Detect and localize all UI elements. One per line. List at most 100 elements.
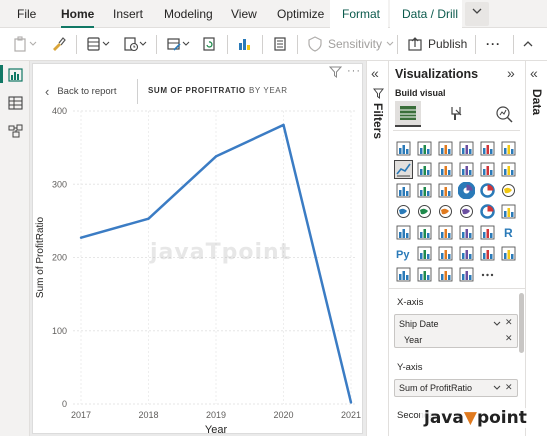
view-switcher-rail (0, 61, 30, 436)
close-icon[interactable]: ✕ (505, 333, 513, 344)
funnel-chart-icon[interactable] (416, 182, 433, 199)
clock-document-icon (124, 37, 139, 52)
new-visual-button[interactable] (236, 34, 252, 54)
chevron-down-icon[interactable] (493, 320, 501, 328)
table-view-icon[interactable] (8, 96, 23, 110)
back-to-report-button[interactable]: ‹ Back to report (45, 84, 116, 99)
ribbon-chart-icon[interactable] (500, 161, 517, 178)
chevron-down-icon (29, 41, 37, 46)
y-axis-well[interactable]: Sum of ProfitRatio ✕ (394, 379, 518, 397)
report-view-icon[interactable] (8, 68, 23, 82)
chevron-down-icon (386, 41, 394, 46)
watermark-logo: java▼point (420, 408, 531, 428)
tab-format[interactable]: Format (342, 7, 380, 21)
more-options-button[interactable]: ··· (486, 34, 501, 54)
sensitivity-button[interactable]: Sensitivity (307, 34, 394, 54)
paste-button[interactable] (13, 34, 37, 54)
area-chart-icon[interactable] (416, 161, 433, 178)
analytics-tab[interactable] (491, 101, 517, 127)
chevron-double-right-icon[interactable]: » (507, 65, 515, 81)
tab-file[interactable]: File (17, 7, 36, 21)
table-edit-icon (167, 38, 181, 51)
python-visual-icon[interactable]: Py (395, 245, 412, 262)
power-automate-icon[interactable] (437, 266, 454, 283)
100-stacked-column-chart-icon[interactable] (500, 140, 517, 157)
multi-row-card-icon[interactable] (395, 224, 412, 241)
close-icon[interactable]: ✕ (505, 382, 513, 393)
get-data-button[interactable] (86, 34, 110, 54)
treemap-icon[interactable] (500, 182, 517, 199)
card-icon[interactable] (500, 203, 517, 220)
key-influencers-icon[interactable] (416, 245, 433, 262)
waterfall-chart-icon[interactable] (395, 182, 412, 199)
matrix-icon[interactable] (479, 224, 496, 241)
tab-view[interactable]: View (231, 7, 257, 21)
tab-home[interactable]: Home (61, 7, 95, 28)
ribbon-expand-chevron-icon[interactable] (465, 2, 489, 26)
tab-data-drill[interactable]: Data / Drill (402, 7, 458, 21)
collapse-ribbon-button[interactable] (522, 34, 534, 54)
data-pane-label: Data (530, 89, 544, 116)
calculator-button[interactable] (272, 34, 288, 54)
chevron-down-icon[interactable] (493, 384, 501, 392)
tab-optimize[interactable]: Optimize (277, 7, 324, 21)
stacked-area-chart-icon[interactable] (437, 161, 454, 178)
arcgis-map-icon[interactable] (458, 203, 475, 220)
azure-map-icon[interactable] (437, 203, 454, 220)
smart-narrative-icon-2[interactable] (458, 266, 475, 283)
chevron-double-left-icon[interactable]: « (371, 65, 379, 81)
publish-button[interactable]: Publish (407, 34, 467, 54)
clustered-bar-chart-icon[interactable] (437, 140, 454, 157)
format-visual-tab[interactable] (443, 101, 469, 127)
goals-icon[interactable] (500, 245, 517, 262)
watermark-java: java (424, 408, 464, 428)
filters-pane-collapsed[interactable]: « Filters (366, 61, 388, 436)
filled-map-icon[interactable] (416, 203, 433, 220)
table-icon[interactable] (458, 224, 475, 241)
decomposition-tree-icon[interactable] (437, 245, 454, 262)
visual-more-options-button[interactable]: ··· (347, 65, 361, 77)
scatter-chart-icon[interactable] (437, 182, 454, 199)
build-visual-tab[interactable] (395, 101, 421, 127)
data-pane-collapsed[interactable]: « Data (525, 61, 547, 436)
line-chart-icon[interactable] (394, 160, 413, 179)
stacked-column-chart-icon[interactable] (416, 140, 433, 157)
tab-insert[interactable]: Insert (113, 7, 143, 21)
slicer-icon[interactable] (437, 224, 454, 241)
build-visual-icon (400, 106, 416, 120)
donut-chart-icon[interactable] (479, 182, 496, 199)
bar-chart-add-icon (239, 39, 250, 50)
y-axis-field-sum-profitratio[interactable]: Sum of ProfitRatio (399, 383, 472, 393)
smart-narrative-icon[interactable] (479, 245, 496, 262)
tab-modeling[interactable]: Modeling (164, 7, 213, 21)
model-view-icon[interactable] (8, 124, 23, 138)
recent-sources-button[interactable] (123, 34, 147, 54)
line-stacked-column-icon[interactable] (479, 161, 496, 178)
filter-icon[interactable] (329, 66, 342, 78)
power-apps-icon[interactable] (416, 266, 433, 283)
transform-data-button[interactable] (166, 34, 190, 54)
line-clustered-column-icon[interactable] (458, 161, 475, 178)
chevron-double-left-icon[interactable]: « (530, 65, 538, 81)
pie-chart-icon[interactable] (457, 181, 476, 200)
more-visuals-icon[interactable] (479, 266, 496, 283)
kpi-icon[interactable] (416, 224, 433, 241)
x-axis-field-year[interactable]: Year (404, 335, 422, 345)
close-icon[interactable]: ✕ (505, 317, 513, 328)
qa-icon[interactable] (458, 245, 475, 262)
pane-scrollbar[interactable] (519, 293, 524, 353)
map-icon[interactable] (395, 203, 412, 220)
r-visual-icon[interactable]: R (500, 224, 517, 241)
visualizations-pane: Visualizations » Build visual R Py X-axis… (388, 61, 526, 436)
x-axis-title: Year (205, 424, 228, 435)
build-visual-label: Build visual (395, 88, 446, 98)
format-painter-button[interactable] (50, 34, 66, 54)
refresh-button[interactable] (201, 34, 217, 54)
paginated-report-icon[interactable] (395, 266, 412, 283)
clustered-column-chart-icon[interactable] (458, 140, 475, 157)
stacked-bar-chart-icon[interactable] (395, 140, 412, 157)
100-stacked-bar-chart-icon[interactable] (479, 140, 496, 157)
x-axis-well[interactable]: Ship Date ✕ Year ✕ (394, 314, 518, 348)
x-axis-field-ship-date[interactable]: Ship Date (399, 319, 439, 329)
gauge-icon[interactable] (479, 203, 496, 220)
